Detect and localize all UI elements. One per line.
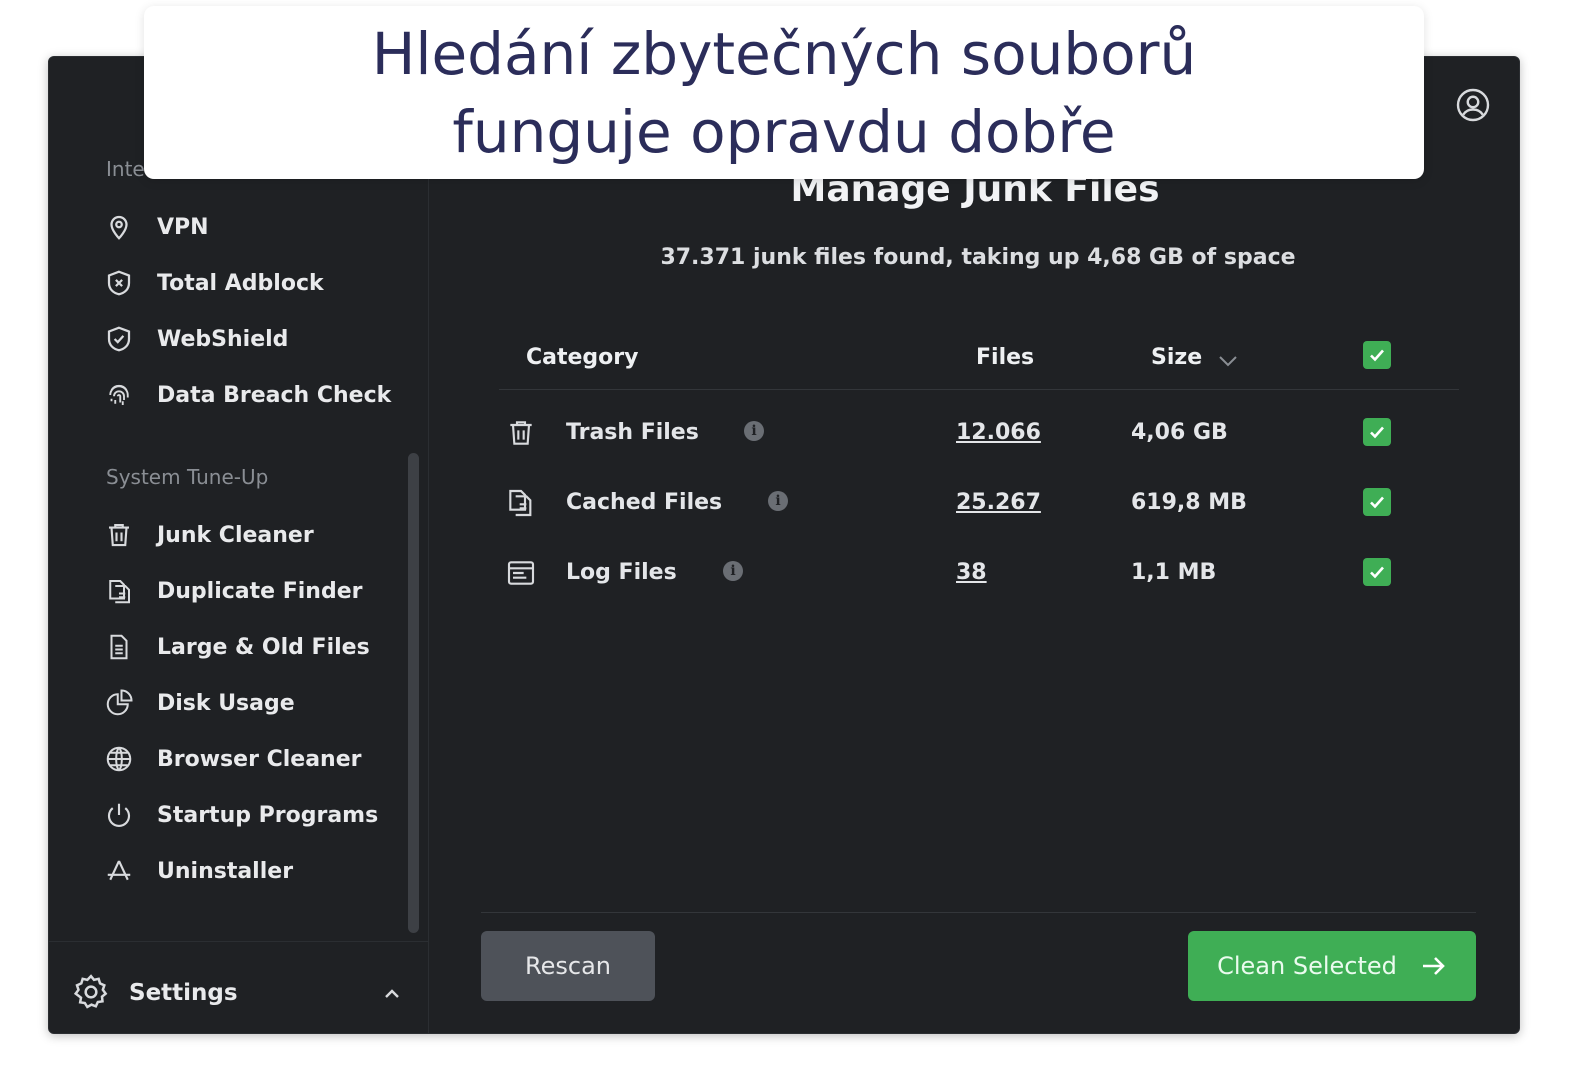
power-icon (101, 797, 137, 833)
row-size: 619,8 MB (1131, 490, 1247, 515)
app-window: Inte VPN Total Adblock WebShield Data Br… (48, 56, 1520, 1034)
sidebar-item-label: WebShield (157, 326, 289, 352)
row-file-count-link[interactable]: 12.066 (956, 420, 1041, 445)
globe-icon (101, 741, 137, 777)
caption-text: Hledání zbytečných souborů funguje oprav… (371, 19, 1197, 166)
row-checkbox[interactable] (1363, 418, 1391, 446)
sidebar-item-total-adblock[interactable]: Total Adblock (101, 263, 324, 303)
section-label-system-tune-up: System Tune-Up (106, 465, 269, 489)
section-label-internet: Inte (106, 157, 145, 181)
sidebar-item-label: Total Adblock (157, 270, 324, 296)
sidebar-item-label: Startup Programs (157, 802, 379, 828)
sidebar-scrollbar[interactable] (408, 453, 419, 933)
row-category: Cached Files (566, 490, 723, 515)
info-icon[interactable]: i (768, 491, 788, 511)
table-row: Cached Files i 25.267 619,8 MB (499, 479, 1459, 529)
junk-summary: 37.371 junk files found, taking up 4,68 … (660, 245, 1296, 270)
shield-x-icon (101, 265, 137, 301)
row-checkbox[interactable] (1363, 488, 1391, 516)
sidebar-item-label: Junk Cleaner (157, 522, 314, 548)
fingerprint-icon (101, 377, 137, 413)
shield-check-icon (101, 321, 137, 357)
sidebar-item-uninstaller[interactable]: Uninstaller (101, 851, 293, 891)
table-row: Log Files i 38 1,1 MB (499, 549, 1459, 599)
rescan-label: Rescan (525, 952, 611, 980)
app-store-icon (101, 853, 137, 889)
select-all-checkbox[interactable] (1363, 341, 1391, 369)
row-size: 1,1 MB (1131, 560, 1217, 585)
row-checkbox[interactable] (1363, 558, 1391, 586)
row-file-count-link[interactable]: 25.267 (956, 490, 1041, 515)
sidebar-item-large-old-files[interactable]: Large & Old Files (101, 627, 370, 667)
sidebar-item-webshield[interactable]: WebShield (101, 319, 288, 359)
sidebar-item-startup-programs[interactable]: Startup Programs (101, 795, 378, 835)
log-files-icon (505, 557, 537, 589)
column-header-size[interactable]: Size (1151, 345, 1202, 370)
sidebar-item-label: Uninstaller (157, 858, 294, 884)
sidebar-item-label: VPN (157, 214, 209, 240)
sidebar-item-disk-usage[interactable]: Disk Usage (101, 683, 295, 723)
column-header-files: Files (976, 345, 1035, 370)
account-icon[interactable] (1455, 87, 1491, 123)
table-header: Category Files Size (499, 335, 1459, 390)
settings-bar[interactable]: Settings (49, 941, 429, 1033)
sidebar-item-label: Browser Cleaner (157, 746, 362, 772)
arrow-right-icon (1421, 955, 1447, 977)
pie-chart-icon (101, 685, 137, 721)
rescan-button[interactable]: Rescan (481, 931, 655, 1001)
sidebar-item-duplicate-finder[interactable]: Duplicate Finder (101, 571, 363, 611)
clean-selected-button[interactable]: Clean Selected (1188, 931, 1476, 1001)
info-icon[interactable]: i (723, 561, 743, 581)
row-size: 4,06 GB (1131, 420, 1228, 445)
duplicate-files-icon (101, 573, 137, 609)
trash-icon (505, 417, 537, 449)
sort-chevron-down-icon[interactable] (1217, 353, 1239, 367)
sidebar-item-browser-cleaner[interactable]: Browser Cleaner (101, 739, 361, 779)
caption-banner: Hledání zbytečných souborů funguje oprav… (144, 6, 1424, 179)
document-icon (101, 629, 137, 665)
chevron-up-icon[interactable] (383, 986, 401, 1000)
table-row: Trash Files i 12.066 4,06 GB (499, 409, 1459, 459)
footer-divider (481, 912, 1476, 913)
column-header-category: Category (526, 345, 639, 370)
settings-label: Settings (129, 980, 238, 1006)
cached-files-icon (505, 487, 537, 519)
row-file-count-link[interactable]: 38 (956, 560, 987, 585)
sidebar: Inte VPN Total Adblock WebShield Data Br… (49, 57, 429, 1033)
row-category: Log Files (566, 560, 677, 585)
sidebar-item-label: Duplicate Finder (157, 578, 363, 604)
gear-icon (71, 972, 111, 1012)
sidebar-item-data-breach-check[interactable]: Data Breach Check (101, 375, 391, 415)
sidebar-item-label: Data Breach Check (157, 382, 392, 408)
sidebar-item-vpn[interactable]: VPN (101, 207, 209, 247)
clean-selected-label: Clean Selected (1217, 952, 1397, 980)
sidebar-item-label: Large & Old Files (157, 634, 370, 660)
row-category: Trash Files (566, 420, 699, 445)
main-panel: Manage Junk Files 37.371 junk files foun… (429, 57, 1519, 1033)
trash-icon (101, 517, 137, 553)
sidebar-item-junk-cleaner[interactable]: Junk Cleaner (101, 515, 314, 555)
info-icon[interactable]: i (744, 421, 764, 441)
location-pin-icon (101, 209, 137, 245)
sidebar-item-label: Disk Usage (157, 690, 295, 716)
